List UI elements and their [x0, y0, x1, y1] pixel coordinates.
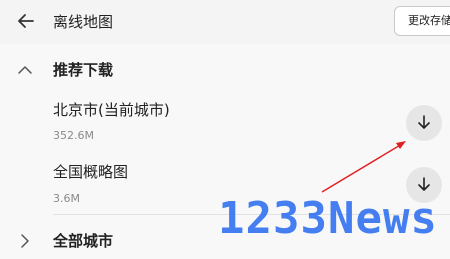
watermark: 1233News [218, 193, 438, 244]
